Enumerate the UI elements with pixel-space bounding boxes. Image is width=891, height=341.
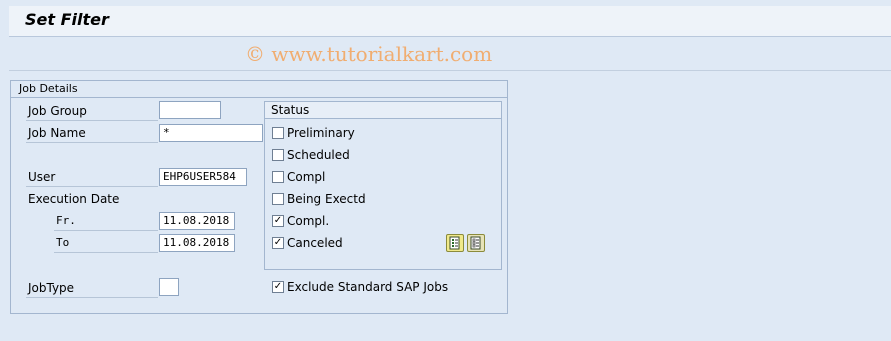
job-type-label: JobType xyxy=(28,281,75,295)
date-from-label: Fr. xyxy=(56,214,76,227)
status-scheduled-label: Scheduled xyxy=(287,148,350,162)
user-label: User xyxy=(28,170,56,184)
status-being-exectd-label: Being Exectd xyxy=(287,192,366,206)
checkmark-icon: ✓ xyxy=(273,215,283,226)
deselect-all-button[interactable] xyxy=(467,234,485,252)
execution-date-label: Execution Date xyxy=(28,192,120,206)
user-input[interactable]: EHP6USER584 xyxy=(159,168,247,186)
status-canceled-checkbox[interactable]: ✓ xyxy=(272,237,284,249)
select-all-button[interactable] xyxy=(446,234,464,252)
date-from-underline xyxy=(54,230,158,231)
date-to-input[interactable]: 11.08.2018 xyxy=(159,234,235,252)
date-to-underline xyxy=(54,252,158,253)
status-scheduled-checkbox[interactable] xyxy=(272,149,284,161)
job-name-input[interactable]: * xyxy=(159,124,263,142)
job-group-input[interactable] xyxy=(159,101,221,119)
status-title: Status xyxy=(271,103,310,117)
deselect-all-icon xyxy=(470,236,481,250)
user-underline xyxy=(26,186,158,187)
status-header: Status xyxy=(265,102,501,119)
checkmark-icon: ✓ xyxy=(273,281,283,292)
status-being-exectd-checkbox[interactable] xyxy=(272,193,284,205)
status-compl-checkbox[interactable] xyxy=(272,171,284,183)
status-completed-label: Compl. xyxy=(287,214,330,228)
checkmark-icon: ✓ xyxy=(273,237,283,248)
status-completed-checkbox[interactable]: ✓ xyxy=(272,215,284,227)
job-name-underline xyxy=(26,142,158,143)
exclude-standard-label: Exclude Standard SAP Jobs xyxy=(287,280,449,294)
job-details-header: Job Details xyxy=(11,81,507,98)
exclude-standard-checkbox[interactable]: ✓ xyxy=(272,281,284,293)
title-bar: Set Filter xyxy=(9,6,891,37)
status-preliminary-checkbox[interactable] xyxy=(272,127,284,139)
job-type-input[interactable] xyxy=(159,278,179,296)
page-title: Set Filter xyxy=(25,10,109,29)
status-compl-label: Compl xyxy=(287,170,326,184)
watermark: © www.tutorialkart.com xyxy=(245,42,493,66)
select-all-icon xyxy=(449,236,460,250)
job-details-title: Job Details xyxy=(19,82,78,95)
date-to-label: To xyxy=(56,236,70,249)
job-group-label: Job Group xyxy=(28,104,87,118)
date-from-input[interactable]: 11.08.2018 xyxy=(159,212,235,230)
job-name-label: Job Name xyxy=(28,126,86,140)
status-canceled-label: Canceled xyxy=(287,236,343,250)
job-group-underline xyxy=(26,120,158,121)
job-type-underline xyxy=(26,297,158,298)
status-preliminary-label: Preliminary xyxy=(287,126,355,140)
